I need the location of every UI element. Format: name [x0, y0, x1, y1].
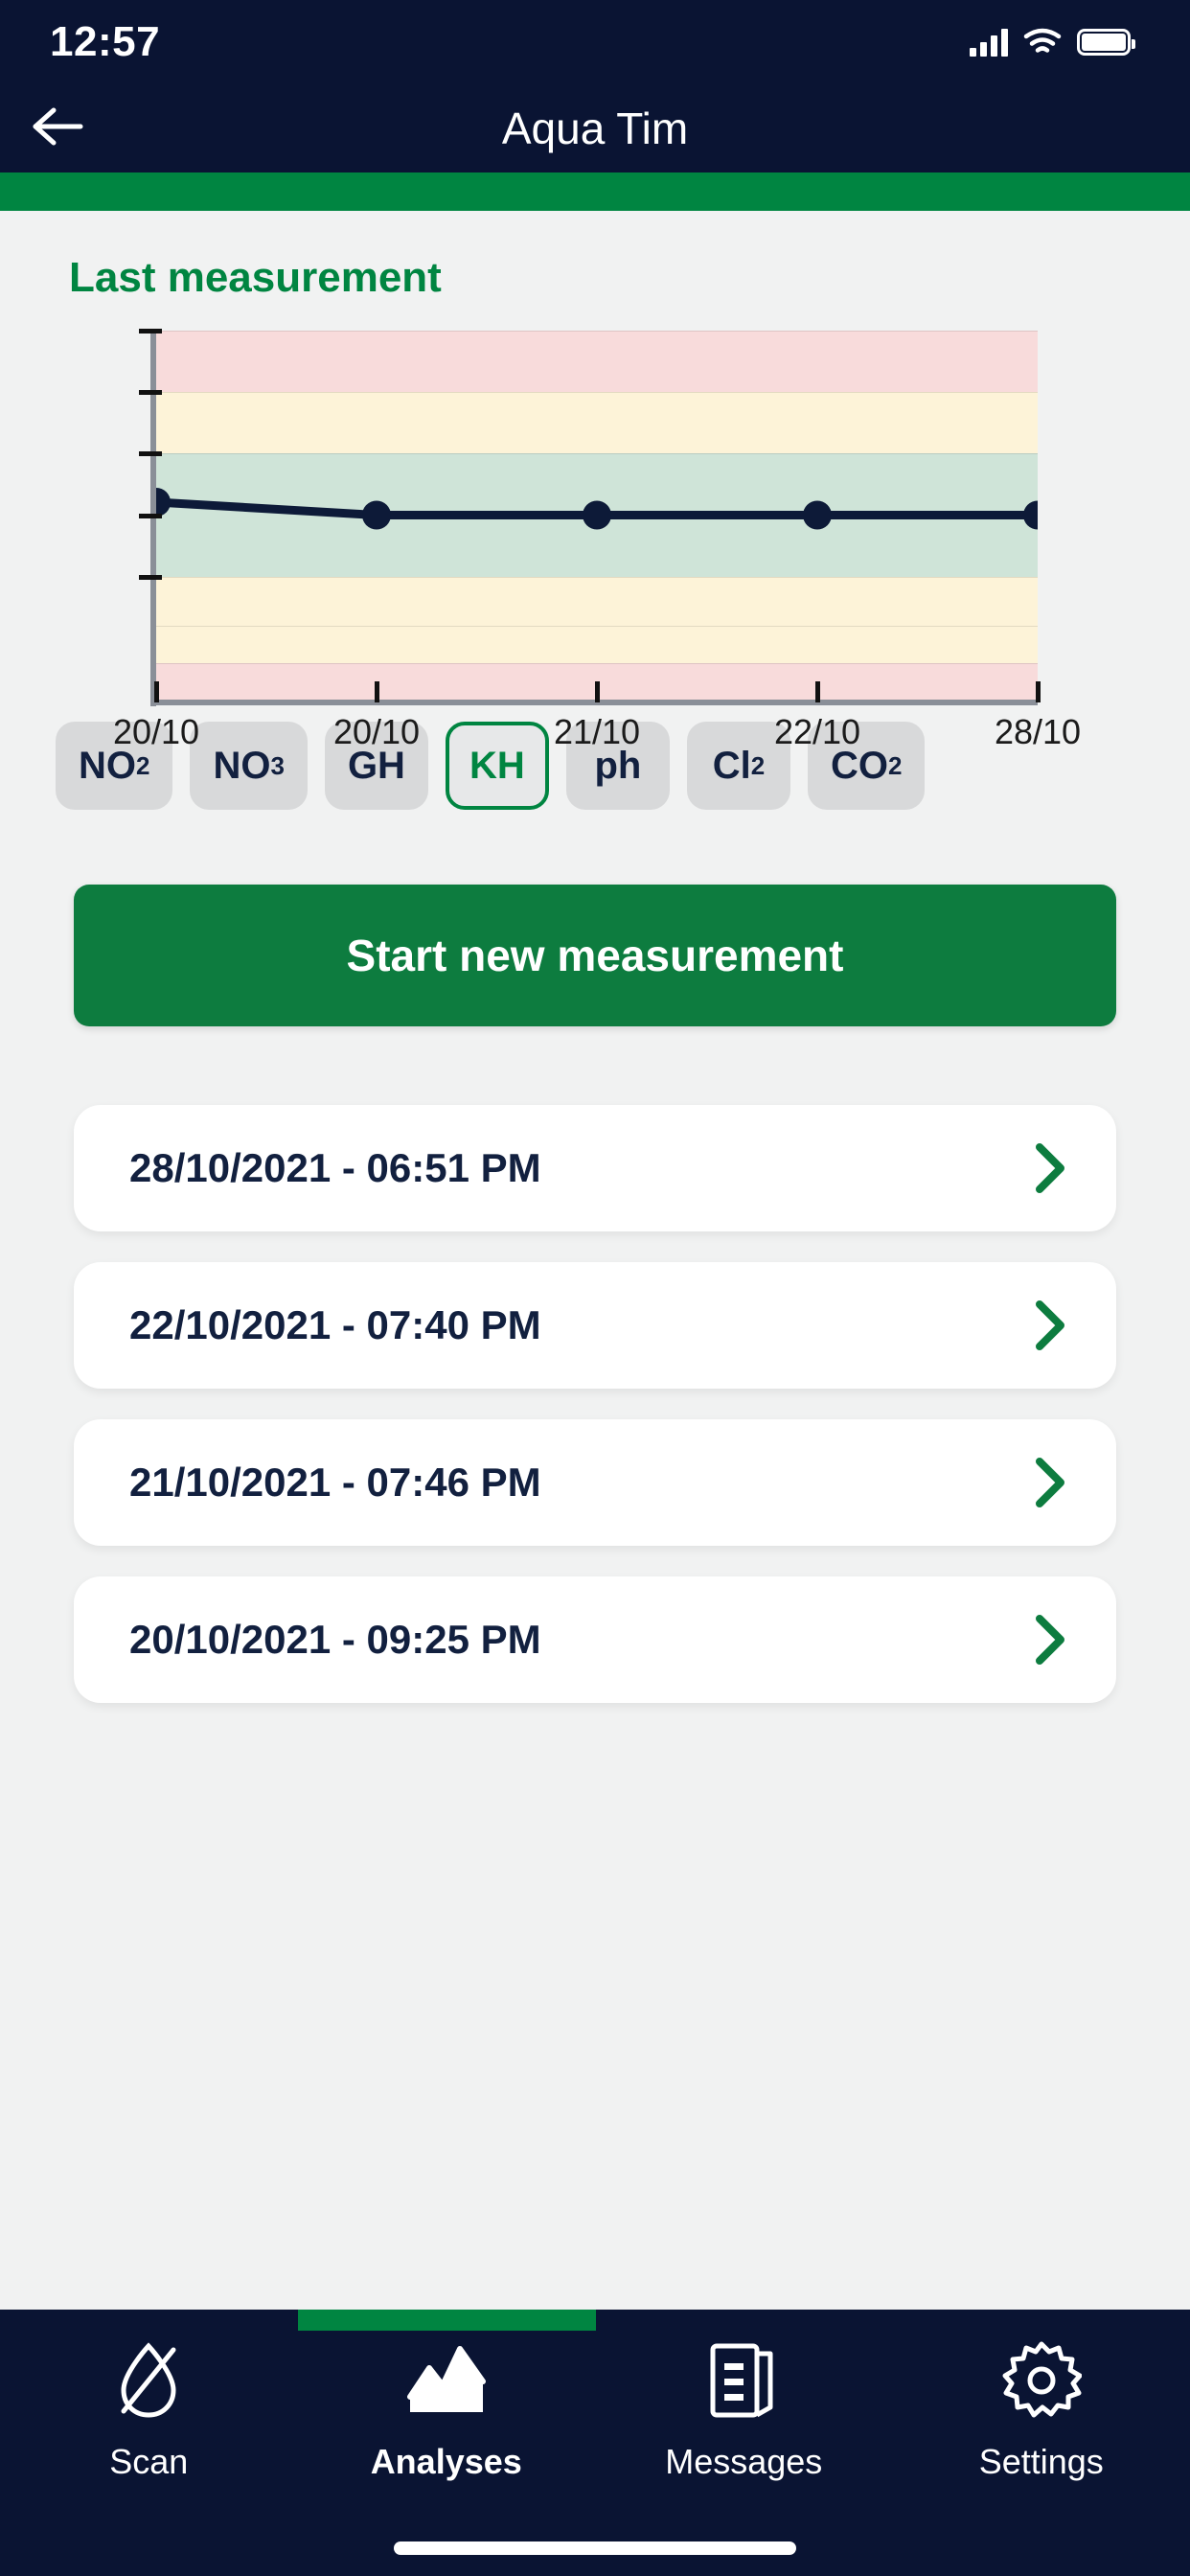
- cellular-signal-icon: [970, 28, 1008, 57]
- app-screen: 12:57 Aqua Tim Last measurement 20/10 20…: [0, 0, 1190, 2576]
- chart-y-tick: [139, 451, 162, 457]
- measurement-list-item[interactable]: 28/10/2021 - 06:51 PM: [74, 1105, 1116, 1231]
- tab-scan[interactable]: Scan: [0, 2340, 298, 2482]
- chart-x-label: 20/10: [112, 712, 200, 751]
- measurement-list: 28/10/2021 - 06:51 PM 22/10/2021 - 07:40 …: [0, 1105, 1190, 1703]
- chart-x-tick: [375, 681, 379, 702]
- chart-x-tick: [154, 681, 159, 702]
- chart-data-point[interactable]: [1023, 500, 1038, 530]
- measurement-timestamp: 22/10/2021 - 07:40 PM: [129, 1302, 541, 1347]
- tab-settings[interactable]: Settings: [893, 2340, 1190, 2482]
- chart-series-overlay: [156, 488, 1038, 530]
- chart-y-tick: [139, 574, 162, 580]
- chevron-right-icon: [1034, 1300, 1066, 1351]
- battery-icon: [1077, 29, 1135, 56]
- chart-data-point[interactable]: [583, 500, 611, 530]
- measurement-list-item[interactable]: 21/10/2021 - 07:46 PM: [74, 1419, 1116, 1546]
- chart-x-tick: [815, 681, 820, 702]
- chart-x-tick: [1036, 681, 1041, 702]
- page-title: Aqua Tim: [501, 104, 689, 153]
- status-bar: 12:57: [0, 0, 1190, 84]
- measurement-list-item[interactable]: 20/10/2021 - 09:25 PM: [74, 1576, 1116, 1703]
- tab-label: Messages: [665, 2442, 823, 2481]
- content-area: Last measurement 20/10 20/10 21/10 22/10 28/…: [0, 211, 1190, 2310]
- chart-y-tick: [139, 390, 162, 396]
- tab-label: Scan: [109, 2442, 189, 2481]
- measurement-timestamp: 28/10/2021 - 06:51 PM: [129, 1145, 541, 1190]
- tab-label: Analyses: [370, 2442, 522, 2481]
- tab-label: Settings: [978, 2442, 1104, 2481]
- home-indicator: [394, 2542, 796, 2555]
- chart-data-point[interactable]: [362, 500, 391, 530]
- tab-messages[interactable]: Messages: [595, 2340, 893, 2482]
- chart-data-point[interactable]: [803, 500, 832, 530]
- bottom-tab-bar: Scan Analyses Messages Settings: [0, 2310, 1190, 2576]
- document-list-icon: [707, 2340, 780, 2421]
- nav-bar: Aqua Tim: [0, 84, 1190, 172]
- chart-x-label: 20/10: [332, 712, 421, 751]
- chart-x-labels: 20/10 20/10 21/10 22/10 28/10: [91, 712, 1081, 770]
- tab-analyses[interactable]: Analyses: [298, 2340, 596, 2482]
- status-icons: [970, 28, 1135, 57]
- status-time: 12:57: [50, 18, 161, 65]
- start-new-measurement-button[interactable]: Start new measurement: [74, 885, 1116, 1026]
- chart-x-axis: [150, 700, 1038, 705]
- chart-x-label: 22/10: [773, 712, 861, 751]
- chevron-right-icon: [1034, 1142, 1066, 1194]
- section-title: Last measurement: [69, 254, 442, 301]
- chart-x-label: 28/10: [994, 712, 1082, 751]
- gear-icon: [1001, 2340, 1082, 2421]
- chart-x-tick: [595, 681, 600, 702]
- measurement-timestamp: 21/10/2021 - 07:46 PM: [129, 1460, 541, 1505]
- chart-x-label: 21/10: [553, 712, 641, 751]
- chart-y-tick: [139, 329, 162, 334]
- measurement-list-item[interactable]: 22/10/2021 - 07:40 PM: [74, 1262, 1116, 1389]
- chart-plot-area: [156, 331, 1038, 700]
- water-drop-scan-icon: [112, 2340, 185, 2421]
- chevron-right-icon: [1034, 1614, 1066, 1666]
- active-tab-indicator: [298, 2310, 596, 2331]
- chart-mountain-icon: [406, 2340, 487, 2421]
- chart-y-tick: [139, 513, 162, 518]
- measurement-timestamp: 20/10/2021 - 09:25 PM: [129, 1617, 541, 1662]
- chevron-right-icon: [1034, 1457, 1066, 1508]
- wifi-icon: [1023, 28, 1062, 57]
- measurement-chart: 20/10 20/10 21/10 22/10 28/10: [0, 329, 1190, 751]
- accent-strip: [0, 172, 1190, 211]
